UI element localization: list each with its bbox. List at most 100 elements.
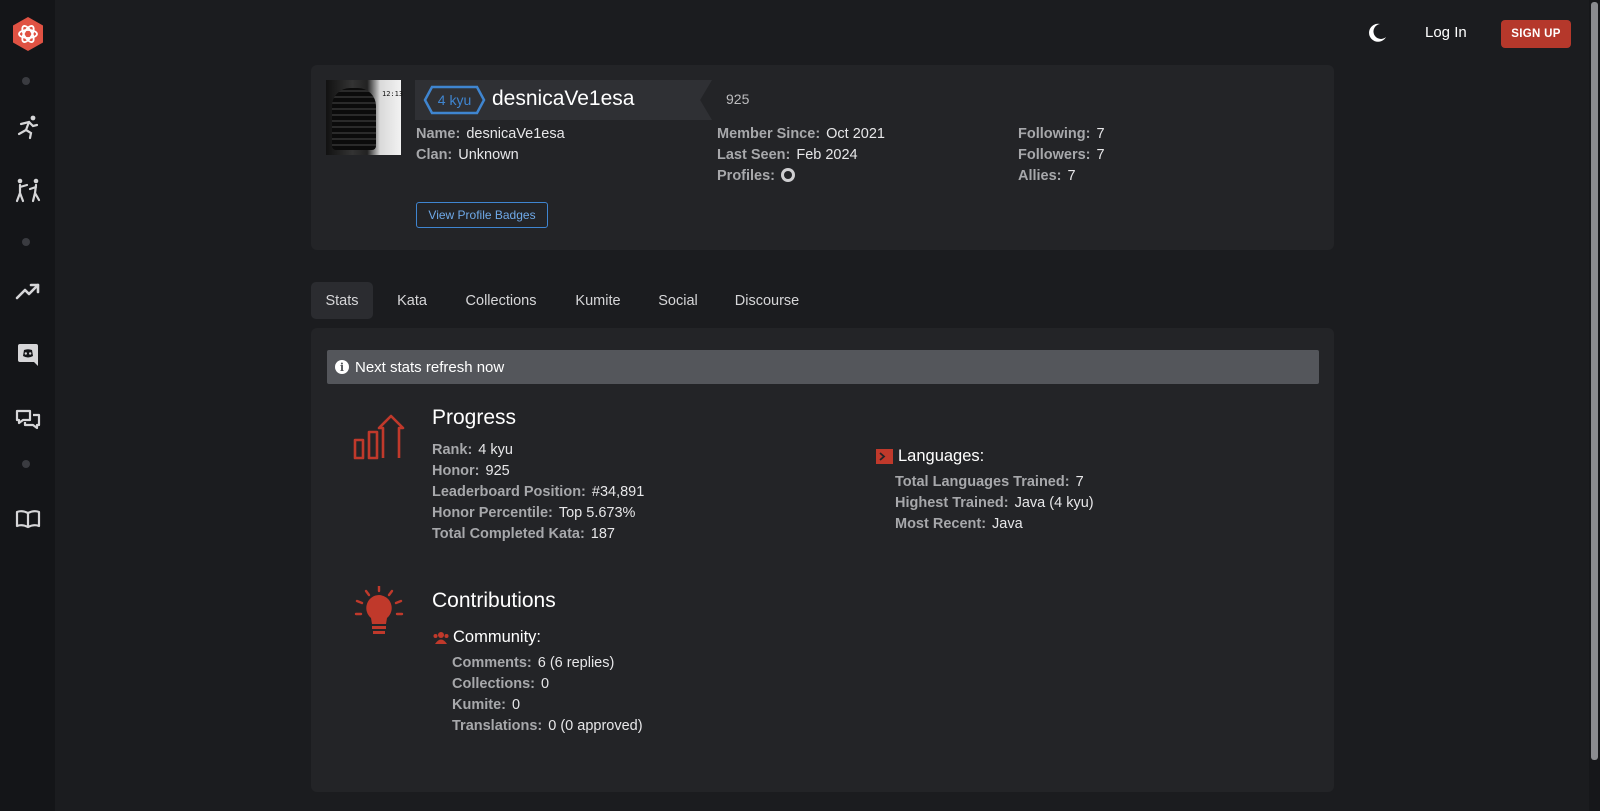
docs-book-icon[interactable] [0,506,55,532]
discussions-icon[interactable] [0,405,55,435]
left-sidebar [0,0,55,811]
tab-discourse[interactable]: Discourse [728,282,806,319]
contribution-label: Comments: [452,655,532,671]
lightbulb-icon [354,584,404,643]
following-value: 7 [1096,126,1105,142]
discord-icon[interactable] [0,340,55,370]
moon-icon[interactable] [1366,22,1388,44]
profiles-label: Profiles: [717,168,776,184]
leaderboard-trend-icon[interactable] [0,278,55,304]
login-link[interactable]: Log In [1425,24,1467,41]
name-label: Name: [416,126,461,142]
profile-name-row: Name: desnicaVe1esa [416,126,565,142]
signup-button[interactable]: SIGN UP [1501,20,1571,48]
nav-divider-dot [22,238,30,246]
community-title: Community: [453,628,542,646]
nav-divider-dot [22,77,30,85]
stats-value: 187 [590,526,615,542]
language-label: Highest Trained: [895,495,1009,511]
contribution-row: Kumite: 0 [452,697,520,713]
followers-value: 7 [1096,147,1105,163]
kata-runner-icon[interactable] [0,112,55,142]
avatar-figure [332,88,376,150]
contribution-value: 0 [511,697,521,713]
progress-title: Progress [432,406,517,429]
contribution-value: 0 [540,676,550,692]
followers-row: Followers: 7 [1018,147,1105,163]
stats-value: Top 5.673% [558,505,636,521]
contribution-label: Collections: [452,676,535,692]
allies-label: Allies: [1018,168,1062,184]
stats-label: Honor Percentile: [432,505,553,521]
codewars-logo-icon[interactable] [0,14,55,54]
profile-clan-row: Clan: Unknown [416,147,519,163]
member-since-value: Oct 2021 [826,126,885,142]
language-row: Most Recent: Java [895,516,1023,532]
clan-label: Clan: [416,147,453,163]
contribution-row: Comments: 6 (6 replies) [452,655,614,671]
member-since-label: Member Since: [717,126,821,142]
stats-label: Leaderboard Position: [432,484,586,500]
stats-value: #34,891 [591,484,645,500]
avatar-tag: 12:13 [382,90,404,98]
rank-badge-label: 4 kyu [437,92,472,108]
community-users-icon [433,631,449,649]
language-row: Highest Trained: Java (4 kyu) [895,495,1094,511]
progress-chart-icon [353,414,405,467]
contribution-label: Translations: [452,718,543,734]
profiles-row: Profiles: [717,168,796,184]
stats-row: Total Completed Kata: 187 [432,526,615,542]
language-label: Total Languages Trained: [895,474,1070,490]
language-value: 7 [1075,474,1084,490]
tab-kata[interactable]: Kata [388,282,436,319]
stats-label: Rank: [432,442,473,458]
stats-row: Honor: 925 [432,463,510,479]
language-label: Most Recent: [895,516,987,532]
language-value: Java [992,516,1023,532]
following-row: Following: 7 [1018,126,1105,142]
last-seen-label: Last Seen: [717,147,791,163]
stats-value: 925 [485,463,510,479]
stats-refresh-notice: i Next stats refresh now [327,350,1319,384]
tab-kumite[interactable]: Kumite [568,282,628,319]
stats-row: Rank: 4 kyu [432,442,513,458]
last-seen-row: Last Seen: Feb 2024 [717,147,858,163]
rank-badge: 4 kyu [423,85,486,115]
nav-divider-dot [22,460,30,468]
profile-username: desnicaVe1esa [492,87,635,110]
notice-text: Next stats refresh now [355,358,505,376]
last-seen-value: Feb 2024 [796,147,858,163]
view-profile-badges-button[interactable]: View Profile Badges [416,202,548,228]
name-value: desnicaVe1esa [466,126,565,142]
member-since-row: Member Since: Oct 2021 [717,126,885,142]
kumite-fighters-icon[interactable] [0,175,55,205]
tab-collections[interactable]: Collections [458,282,544,319]
page-scrollbar[interactable] [1589,0,1600,811]
info-icon: i [335,360,349,374]
allies-value: 7 [1067,168,1076,184]
languages-title: Languages: [898,447,985,465]
clan-value: Unknown [458,147,519,163]
stats-label: Honor: [432,463,480,479]
tab-social[interactable]: Social [652,282,704,319]
avatar: 12:13 [326,80,404,155]
github-icon[interactable] [781,168,796,182]
contribution-value: 0 (0 approved) [548,718,643,734]
followers-label: Followers: [1018,147,1091,163]
contribution-row: Translations: 0 (0 approved) [452,718,643,734]
contributions-title: Contributions [432,589,556,612]
allies-row: Allies: 7 [1018,168,1076,184]
stats-row: Leaderboard Position: #34,891 [432,484,644,500]
following-label: Following: [1018,126,1091,142]
language-value: Java (4 kyu) [1014,495,1094,511]
contribution-value: 6 (6 replies) [537,655,615,671]
contribution-row: Collections: 0 [452,676,549,692]
scrollbar-thumb[interactable] [1591,2,1598,760]
stats-value: 4 kyu [478,442,513,458]
stats-label: Total Completed Kata: [432,526,585,542]
stats-row: Honor Percentile: Top 5.673% [432,505,635,521]
honor-score: 925 [726,91,750,107]
contribution-label: Kumite: [452,697,506,713]
terminal-icon [876,449,893,469]
tab-stats[interactable]: Stats [311,282,373,319]
